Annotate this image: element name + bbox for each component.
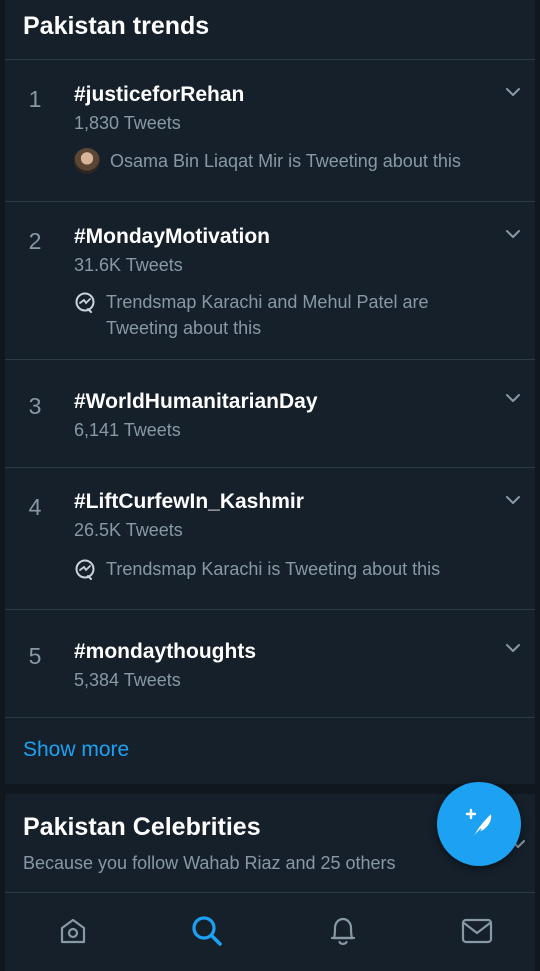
trend-tweet-count: 6,141 Tweets bbox=[74, 420, 181, 440]
chevron-down-icon[interactable] bbox=[505, 492, 521, 508]
tab-search[interactable] bbox=[189, 913, 225, 949]
trend-rank: 5 bbox=[28, 643, 42, 669]
chevron-down-icon[interactable] bbox=[505, 226, 521, 242]
chevron-down-icon[interactable] bbox=[505, 640, 521, 656]
trend-tweet-count: 26.5K Tweets bbox=[74, 520, 183, 540]
celebrities-section-title: Pakistan Celebrities bbox=[23, 813, 261, 841]
trend-rank: 1 bbox=[28, 86, 42, 112]
trend-rank: 3 bbox=[28, 393, 42, 419]
trend-hashtag[interactable]: #justiceforRehan bbox=[74, 83, 244, 107]
trend-context: Trendsmap Karachi is Tweeting about this bbox=[74, 556, 494, 582]
trend-rank: 4 bbox=[28, 494, 42, 520]
tab-home[interactable] bbox=[55, 913, 91, 949]
trend-hashtag[interactable]: #LiftCurfewIn_Kashmir bbox=[74, 490, 304, 514]
compose-tweet-icon bbox=[465, 808, 492, 839]
trend-tweet-count: 31.6K Tweets bbox=[74, 255, 183, 275]
bottom-tab-bar bbox=[5, 892, 535, 971]
trend-context-text: Osama Bin Liaqat Mir is Tweeting about t… bbox=[110, 151, 461, 171]
trendsmap-icon bbox=[74, 291, 96, 313]
trends-section-title: Pakistan trends bbox=[23, 12, 210, 40]
trend-item-1[interactable]: 1 #justiceforRehan 1,830 Tweets Osama Bi… bbox=[5, 60, 535, 201]
trendsmap-icon bbox=[74, 558, 96, 580]
trend-item-3[interactable]: 3 #WorldHumanitarianDay 6,141 Tweets bbox=[5, 360, 535, 467]
celebrities-subtitle: Because you follow Wahab Riaz and 25 oth… bbox=[23, 853, 396, 873]
trend-rank: 2 bbox=[28, 228, 42, 254]
bell-icon bbox=[330, 917, 356, 945]
trend-item-4[interactable]: 4 #LiftCurfewIn_Kashmir 26.5K Tweets Tre… bbox=[5, 468, 535, 609]
explore-screen: Pakistan trends 1 #justiceforRehan 1,830… bbox=[0, 0, 540, 971]
compose-tweet-button[interactable] bbox=[437, 782, 521, 866]
show-more-link[interactable]: Show more bbox=[23, 738, 129, 762]
trend-item-2[interactable]: 2 #MondayMotivation 31.6K Tweets Trendsm… bbox=[5, 202, 535, 359]
trend-context: Trendsmap Karachi and Mehul Patel are Tw… bbox=[74, 289, 494, 341]
search-icon bbox=[192, 916, 222, 946]
trend-tweet-count: 1,830 Tweets bbox=[74, 113, 181, 133]
trend-context-text: Trendsmap Karachi and Mehul Patel are Tw… bbox=[106, 292, 429, 338]
trend-context: Osama Bin Liaqat Mir is Tweeting about t… bbox=[74, 148, 494, 174]
trend-tweet-count: 5,384 Tweets bbox=[74, 670, 181, 690]
tab-messages[interactable] bbox=[459, 913, 495, 949]
chevron-down-icon[interactable] bbox=[505, 390, 521, 406]
trend-hashtag[interactable]: #WorldHumanitarianDay bbox=[74, 390, 318, 414]
trend-item-5[interactable]: 5 #mondaythoughts 5,384 Tweets bbox=[5, 610, 535, 717]
trend-hashtag[interactable]: #MondayMotivation bbox=[74, 225, 270, 249]
user-avatar-icon bbox=[74, 148, 100, 174]
mail-icon bbox=[461, 918, 493, 944]
divider bbox=[5, 717, 535, 718]
tab-notifications[interactable] bbox=[325, 913, 361, 949]
home-icon bbox=[60, 918, 86, 944]
chevron-down-icon[interactable] bbox=[505, 84, 521, 100]
trend-context-text: Trendsmap Karachi is Tweeting about this bbox=[106, 559, 441, 579]
trend-hashtag[interactable]: #mondaythoughts bbox=[74, 640, 256, 664]
